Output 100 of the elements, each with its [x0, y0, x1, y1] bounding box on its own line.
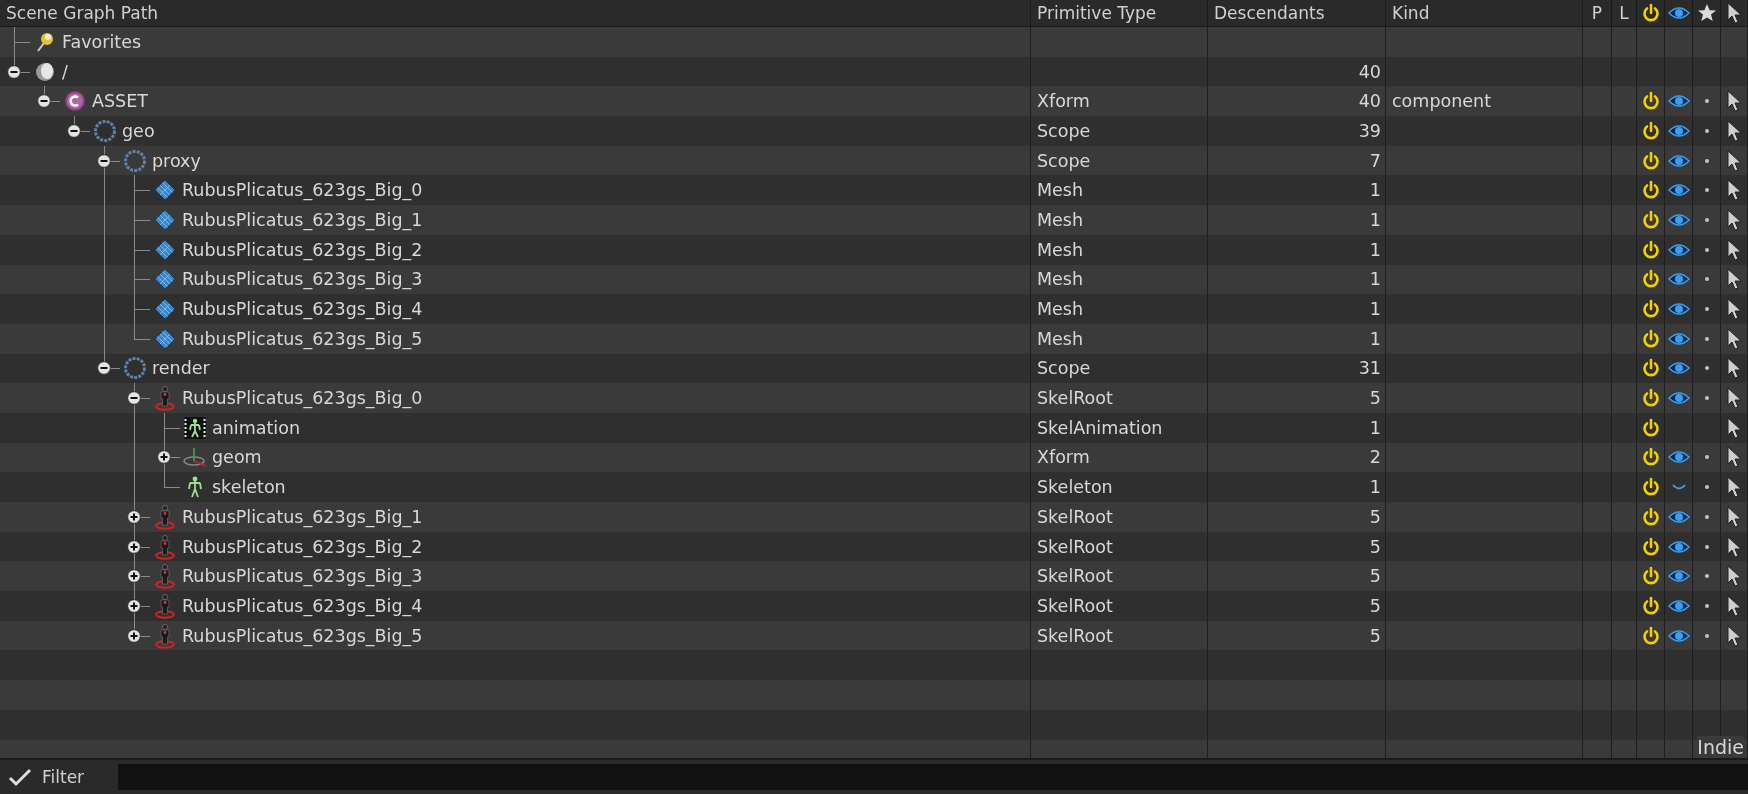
column-header[interactable]: Primitive Type [1031, 0, 1208, 26]
power-icon[interactable] [1640, 239, 1661, 260]
power-icon[interactable] [1640, 120, 1661, 141]
closed-eye-icon[interactable] [1670, 483, 1687, 492]
expand-toggle[interactable] [97, 361, 111, 376]
expand-toggle[interactable] [157, 450, 171, 465]
prim-name[interactable]: RubusPlicatus_623gs_Big_5 [182, 625, 423, 646]
expand-toggle[interactable] [7, 64, 21, 79]
dot-icon[interactable] [1704, 514, 1709, 519]
prim-name[interactable]: RubusPlicatus_623gs_Big_2 [182, 239, 423, 260]
expand-toggle[interactable] [127, 539, 141, 554]
prim-name[interactable]: RubusPlicatus_623gs_Big_0 [182, 388, 423, 409]
column-header[interactable]: Scene Graph Path [0, 0, 1031, 26]
prim-name[interactable]: RubusPlicatus_623gs_Big_1 [182, 506, 423, 527]
pointer-icon[interactable] [1726, 238, 1742, 261]
power-icon[interactable] [1640, 328, 1661, 349]
dot-icon[interactable] [1704, 574, 1709, 579]
filter-field[interactable] [118, 764, 1748, 790]
eye-icon[interactable] [1667, 569, 1690, 584]
pointer-icon[interactable] [1726, 476, 1742, 499]
power-icon[interactable] [1640, 269, 1661, 290]
power-icon[interactable] [1640, 3, 1661, 23]
dot-icon[interactable] [1704, 188, 1709, 193]
prim-name[interactable]: RubusPlicatus_623gs_Big_4 [182, 595, 423, 616]
column-header[interactable]: P [1583, 0, 1612, 26]
prim-name[interactable]: proxy [152, 150, 201, 171]
eye-icon[interactable] [1667, 361, 1690, 376]
prim-name[interactable]: skeleton [212, 477, 286, 498]
power-icon[interactable] [1640, 91, 1661, 112]
eye-icon[interactable] [1667, 212, 1690, 227]
eye-icon[interactable] [1667, 183, 1690, 198]
dot-icon[interactable] [1704, 455, 1709, 460]
pointer-icon[interactable] [1726, 505, 1742, 528]
eye-icon[interactable] [1667, 94, 1690, 109]
eye-icon[interactable] [1667, 272, 1690, 287]
dot-icon[interactable] [1704, 99, 1709, 104]
pointer-icon[interactable] [1726, 268, 1742, 291]
prim-name[interactable]: / [62, 61, 68, 82]
dot-icon[interactable] [1704, 307, 1709, 312]
power-icon[interactable] [1640, 566, 1661, 587]
expand-toggle[interactable] [127, 509, 141, 524]
pointer-icon[interactable] [1726, 446, 1742, 469]
pointer-icon[interactable] [1726, 327, 1742, 350]
column-header[interactable]: L [1612, 0, 1637, 26]
prim-name[interactable]: RubusPlicatus_623gs_Big_0 [182, 180, 423, 201]
eye-icon[interactable] [1667, 6, 1690, 20]
eye-icon[interactable] [1667, 302, 1690, 317]
prim-name[interactable]: RubusPlicatus_623gs_Big_4 [182, 299, 423, 320]
eye-icon[interactable] [1667, 628, 1690, 643]
eye-icon[interactable] [1667, 450, 1690, 465]
power-icon[interactable] [1640, 595, 1661, 616]
prim-name[interactable]: render [152, 358, 210, 379]
expand-toggle[interactable] [127, 391, 141, 406]
power-icon[interactable] [1640, 506, 1661, 527]
prim-name[interactable]: RubusPlicatus_623gs_Big_1 [182, 209, 423, 230]
pointer-icon[interactable] [1726, 119, 1742, 142]
dot-icon[interactable] [1704, 128, 1709, 133]
power-icon[interactable] [1640, 447, 1661, 468]
expand-toggle[interactable] [127, 598, 141, 613]
checkmark-icon[interactable] [8, 767, 32, 787]
prim-name[interactable]: ASSET [92, 91, 148, 112]
prim-name[interactable]: RubusPlicatus_623gs_Big_3 [182, 269, 423, 290]
pointer-icon[interactable] [1726, 90, 1742, 113]
power-icon[interactable] [1640, 388, 1661, 409]
dot-icon[interactable] [1704, 544, 1709, 549]
power-icon[interactable] [1640, 625, 1661, 646]
pointer-icon[interactable] [1726, 416, 1742, 439]
power-icon[interactable] [1640, 358, 1661, 379]
dot-icon[interactable] [1704, 633, 1709, 638]
eye-icon[interactable] [1667, 509, 1690, 524]
pointer-icon[interactable] [1726, 2, 1742, 24]
eye-icon[interactable] [1667, 123, 1690, 138]
power-icon[interactable] [1640, 180, 1661, 201]
eye-icon[interactable] [1667, 153, 1690, 168]
dot-icon[interactable] [1704, 336, 1709, 341]
pointer-icon[interactable] [1726, 535, 1742, 558]
eye-icon[interactable] [1667, 391, 1690, 406]
dot-icon[interactable] [1704, 366, 1709, 371]
eye-icon[interactable] [1667, 331, 1690, 346]
pointer-icon[interactable] [1726, 565, 1742, 588]
dot-icon[interactable] [1704, 603, 1709, 608]
expand-toggle[interactable] [127, 569, 141, 584]
power-icon[interactable] [1640, 417, 1661, 438]
pointer-icon[interactable] [1726, 208, 1742, 231]
expand-toggle[interactable] [67, 123, 81, 138]
prim-name[interactable]: RubusPlicatus_623gs_Big_3 [182, 566, 423, 587]
eye-icon[interactable] [1667, 242, 1690, 257]
dot-icon[interactable] [1704, 217, 1709, 222]
prim-name[interactable]: Favorites [62, 31, 142, 52]
prim-name[interactable]: animation [212, 417, 300, 438]
expand-toggle[interactable] [97, 153, 111, 168]
power-icon[interactable] [1640, 477, 1661, 498]
dot-icon[interactable] [1704, 247, 1709, 252]
pointer-icon[interactable] [1726, 149, 1742, 172]
star-icon[interactable] [1696, 3, 1717, 23]
eye-icon[interactable] [1667, 539, 1690, 554]
power-icon[interactable] [1640, 536, 1661, 557]
column-header[interactable]: Kind [1386, 0, 1583, 26]
dot-icon[interactable] [1704, 396, 1709, 401]
eye-icon[interactable] [1667, 598, 1690, 613]
